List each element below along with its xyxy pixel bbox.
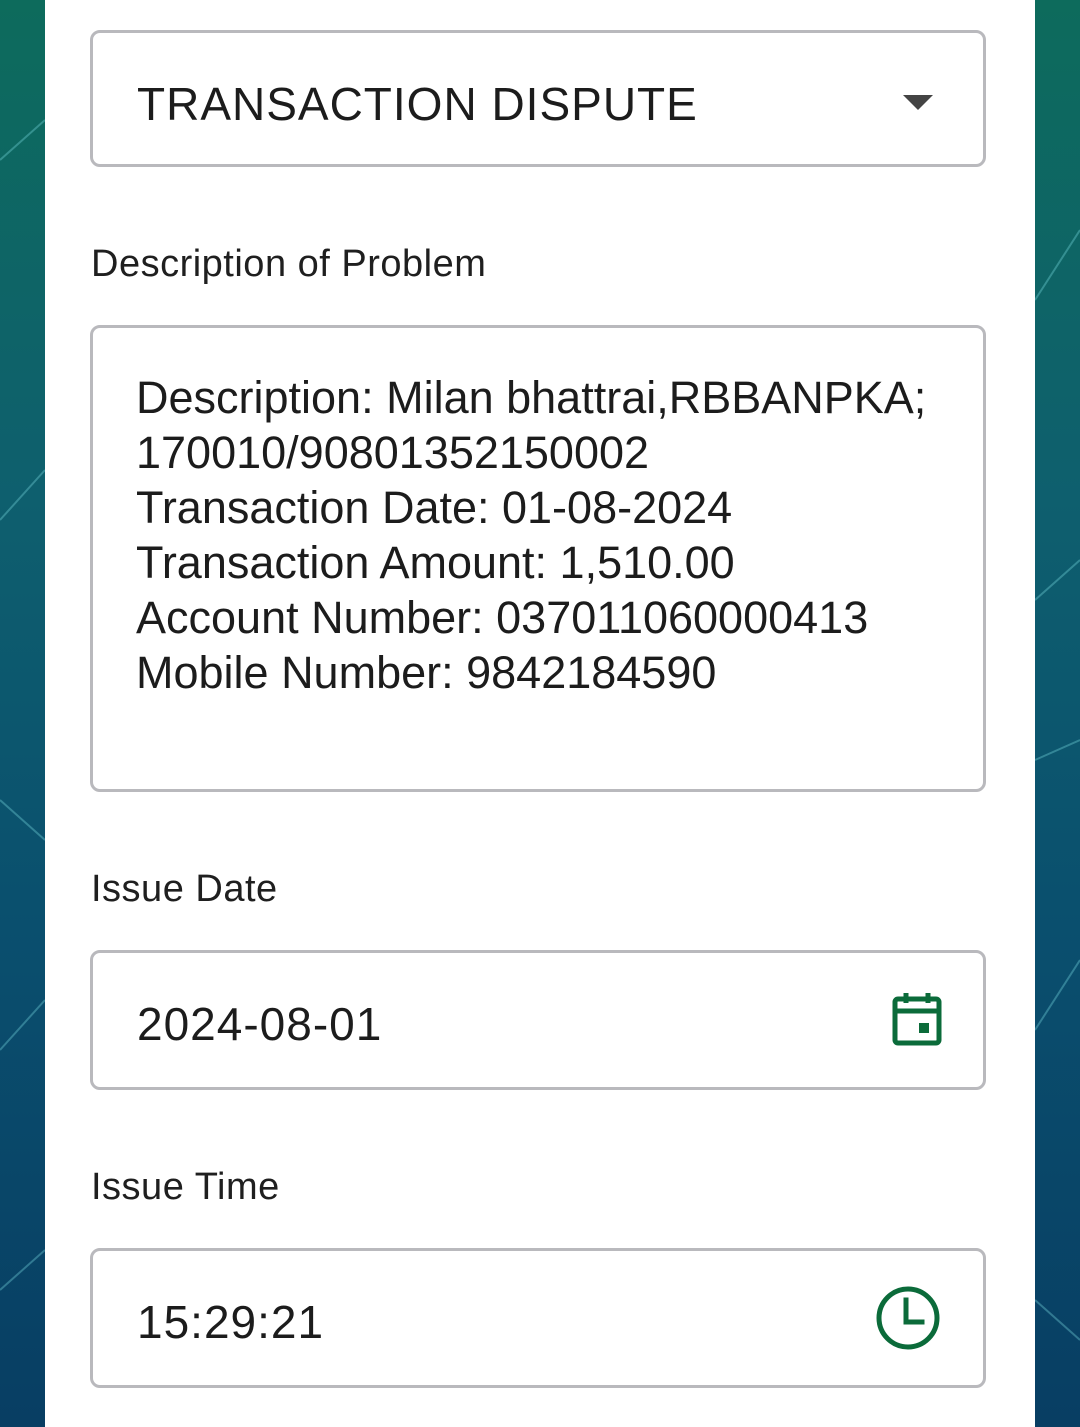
dispute-form-card: TRANSACTION DISPUTE Description of Probl… — [45, 0, 1035, 1427]
description-textarea[interactable]: Description: Milan bhattrai,RBBANPKA;170… — [90, 325, 986, 792]
category-select[interactable]: TRANSACTION DISPUTE — [90, 30, 986, 167]
calendar-icon[interactable] — [891, 991, 943, 1052]
category-select-value: TRANSACTION DISPUTE — [137, 78, 698, 130]
clock-icon[interactable] — [875, 1285, 941, 1356]
issue-time-label: Issue Time — [91, 1166, 280, 1208]
description-text: Description: Milan bhattrai,RBBANPKA;170… — [136, 372, 927, 698]
description-label: Description of Problem — [91, 243, 487, 285]
issue-date-input[interactable]: 2024-08-01 — [90, 950, 986, 1090]
issue-date-label: Issue Date — [91, 868, 278, 910]
dropdown-arrow-icon[interactable] — [903, 95, 933, 110]
issue-time-value: 15:29:21 — [137, 1296, 325, 1348]
issue-date-value: 2024-08-01 — [137, 998, 383, 1050]
issue-time-input[interactable]: 15:29:21 — [90, 1248, 986, 1388]
